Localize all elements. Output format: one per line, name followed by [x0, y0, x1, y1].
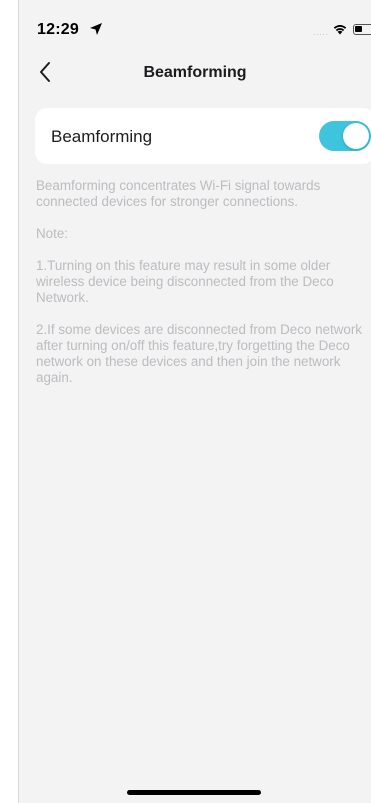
toggle-knob — [343, 123, 369, 149]
navigation-bar: Beamforming — [19, 44, 371, 100]
home-indicator[interactable] — [127, 790, 261, 795]
beamforming-setting-row: Beamforming — [35, 108, 371, 164]
note-heading: Note: — [36, 226, 69, 241]
app-screen: 12:29 ..... Beamforming Beamforming Beam… — [18, 0, 371, 803]
cellular-signal-icon: ..... — [312, 28, 329, 37]
beamforming-label: Beamforming — [51, 127, 153, 146]
location-arrow-icon — [90, 23, 102, 35]
status-time: 12:29 — [37, 21, 79, 38]
page-title: Beamforming — [143, 64, 247, 81]
note-item-2: 2.If some devices are disconnected from … — [36, 322, 362, 385]
wifi-icon — [333, 25, 347, 35]
beamforming-toggle[interactable] — [319, 121, 371, 151]
note-item-1: 1.Turning on this feature may result in … — [36, 258, 334, 305]
description-text: Beamforming concentrates Wi-Fi signal to… — [36, 178, 367, 402]
description-intro: Beamforming concentrates Wi-Fi signal to… — [36, 178, 321, 209]
battery-icon — [353, 24, 371, 35]
status-bar: 12:29 ..... — [19, 0, 371, 44]
